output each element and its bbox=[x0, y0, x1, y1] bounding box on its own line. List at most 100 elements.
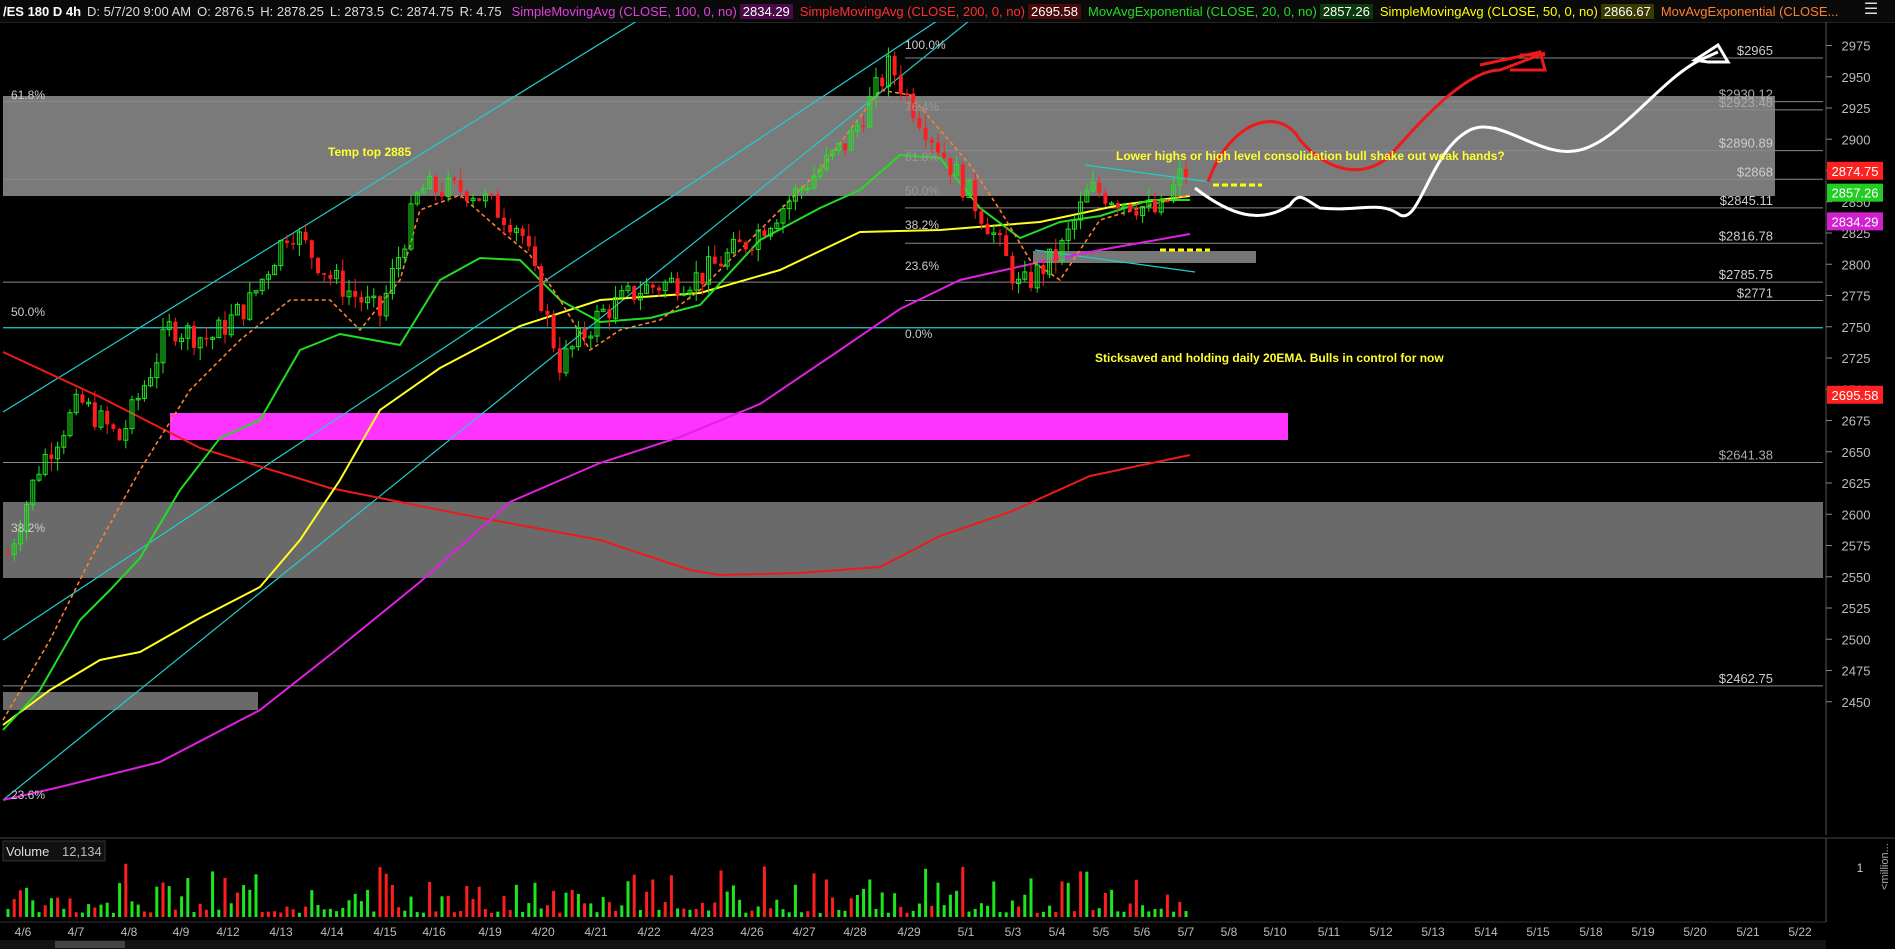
x-tick-label: 5/20 bbox=[1683, 925, 1707, 939]
candle-body bbox=[440, 192, 444, 197]
fib-price-label: $2890.89 bbox=[1719, 136, 1773, 151]
fib-left-label: 38.2% bbox=[11, 521, 45, 535]
study-label-ema-orange[interactable]: MovAvgExponential (CLOSE... bbox=[1658, 4, 1842, 19]
x-tick-label: 5/1 bbox=[958, 925, 975, 939]
candle-body bbox=[526, 235, 531, 247]
volume-bar bbox=[1116, 911, 1120, 917]
volume-bar bbox=[725, 891, 729, 917]
candle-body bbox=[291, 243, 296, 245]
volume-bar bbox=[626, 881, 630, 917]
volume-bar bbox=[18, 890, 22, 917]
study-label-ema20[interactable]: MovAvgExponential (CLOSE, 20, 0, no) bbox=[1085, 4, 1320, 19]
volume-bar bbox=[831, 897, 835, 917]
candle-body bbox=[960, 164, 965, 198]
volume-bar bbox=[1091, 910, 1095, 917]
volume-bar bbox=[1054, 911, 1058, 917]
candle-body bbox=[495, 194, 500, 218]
volume-bar bbox=[905, 912, 909, 917]
price-chart[interactable]: 2975295029252900287528502825280027752750… bbox=[0, 22, 1895, 949]
volume-bar bbox=[372, 911, 376, 917]
x-tick-label: 5/4 bbox=[1049, 925, 1066, 939]
volume-bar bbox=[483, 909, 487, 917]
volume-bar bbox=[428, 881, 432, 917]
volume-bar bbox=[477, 886, 481, 917]
volume-bar bbox=[471, 898, 475, 917]
fib-left-label: 23.6% bbox=[11, 788, 45, 802]
hamburger-icon[interactable]: ☰ bbox=[1861, 2, 1881, 18]
volume-bar bbox=[409, 896, 413, 917]
volume-bar bbox=[930, 905, 934, 917]
bar-range: R: 4.75 bbox=[459, 3, 502, 19]
candle-body bbox=[712, 256, 717, 264]
x-tick-label: 5/11 bbox=[1318, 925, 1341, 939]
volume-bar bbox=[986, 905, 990, 917]
volume-bar bbox=[936, 882, 940, 917]
candle-body bbox=[117, 428, 122, 441]
chart-header: /ES 180 D 4h D: 5/7/20 9:00 AM O: 2876.5… bbox=[0, 0, 1895, 23]
x-tick-label: 4/29 bbox=[897, 925, 921, 939]
volume-bar bbox=[12, 899, 16, 917]
volume-bar bbox=[397, 907, 401, 917]
candle-body bbox=[508, 225, 513, 233]
volume-bar bbox=[793, 884, 797, 917]
candle-body bbox=[762, 230, 767, 237]
volume-unit: <million... bbox=[1879, 843, 1891, 890]
candle-body bbox=[502, 217, 506, 226]
volume-bar bbox=[273, 911, 277, 917]
volume-bar bbox=[415, 912, 419, 917]
volume-bar bbox=[496, 911, 500, 917]
study-label-sma50[interactable]: SimpleMovingAvg (CLOSE, 50, 0, no) bbox=[1377, 4, 1601, 19]
volume-bar bbox=[446, 895, 450, 917]
ema20-price-tag: 2857.26 bbox=[1832, 186, 1879, 201]
x-tick-label: 5/18 bbox=[1579, 925, 1603, 939]
volume-bar bbox=[1029, 878, 1033, 917]
volume-bar bbox=[1017, 906, 1021, 917]
volume-bar bbox=[955, 890, 959, 917]
y-tick-label: 2775 bbox=[1842, 289, 1871, 304]
symbol-label[interactable]: /ES 180 D 4h bbox=[0, 4, 84, 19]
y-tick-label: 2600 bbox=[1842, 507, 1871, 522]
volume-bar bbox=[322, 909, 326, 917]
volume-bar bbox=[452, 912, 456, 917]
volume-bar bbox=[620, 905, 624, 917]
volume-bar bbox=[1141, 905, 1145, 917]
study-label-sma100[interactable]: SimpleMovingAvg (CLOSE, 100, 0, no) bbox=[509, 4, 740, 19]
volume-bar bbox=[130, 901, 134, 917]
volume-bar bbox=[924, 868, 928, 917]
x-tick-label: 5/5 bbox=[1093, 925, 1110, 939]
fib-mid-label: 76.4% bbox=[905, 100, 939, 114]
volume-bar bbox=[62, 908, 66, 917]
y-tick-label: 2625 bbox=[1842, 476, 1871, 491]
study-label-sma200[interactable]: SimpleMovingAvg (CLOSE, 200, 0, no) bbox=[797, 4, 1028, 19]
volume-bar bbox=[583, 903, 587, 917]
volume-bar bbox=[223, 877, 227, 917]
bar-high: H: 2878.25 bbox=[260, 3, 324, 19]
x-tick-label: 4/8 bbox=[121, 925, 138, 939]
candle-body bbox=[533, 246, 537, 267]
candle-body bbox=[1004, 235, 1009, 256]
candle-body bbox=[80, 394, 85, 403]
scrollbar-track[interactable] bbox=[0, 940, 1826, 949]
volume-bar bbox=[558, 912, 562, 917]
y-tick-label: 2900 bbox=[1842, 132, 1871, 147]
volume-bar bbox=[769, 908, 773, 917]
candle-body bbox=[285, 240, 289, 244]
candle-body bbox=[192, 325, 196, 348]
volume-bar bbox=[434, 911, 438, 917]
fib-price-label: $2462.75 bbox=[1719, 671, 1773, 686]
volume-bar bbox=[93, 907, 97, 917]
candle-body bbox=[861, 125, 866, 128]
volume-bar bbox=[762, 866, 766, 917]
volume-bar bbox=[1178, 901, 1182, 917]
candle-body bbox=[353, 291, 358, 297]
x-tick-label: 5/22 bbox=[1788, 925, 1812, 939]
volume-bar bbox=[570, 889, 574, 917]
y-tick-label: 2675 bbox=[1842, 414, 1871, 429]
x-tick-label: 4/15 bbox=[373, 925, 397, 939]
volume-bar bbox=[297, 912, 301, 917]
scrollbar-thumb[interactable] bbox=[55, 941, 125, 948]
volume-bar bbox=[837, 909, 841, 917]
volume-bar bbox=[490, 912, 494, 917]
sma100-price-tag: 2834.29 bbox=[1832, 214, 1879, 229]
x-tick-label: 5/3 bbox=[1005, 925, 1022, 939]
